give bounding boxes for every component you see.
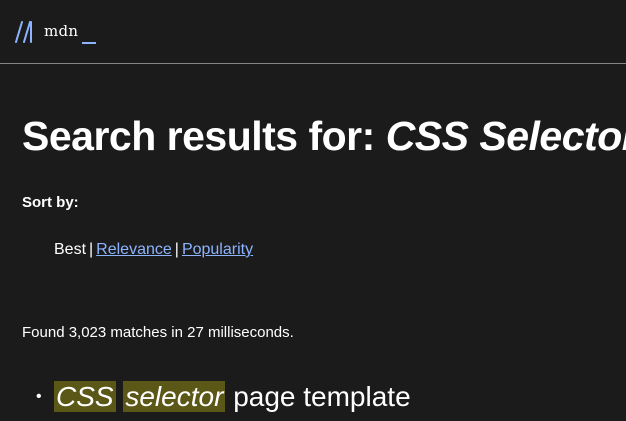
result-link[interactable]: CSS selector page template: [54, 381, 411, 412]
sort-options: Best | Relevance | Popularity: [54, 239, 253, 261]
logo-text: mdn: [44, 22, 79, 40]
result-title-rest: page template: [233, 381, 411, 412]
sort-option-popularity[interactable]: Popularity: [182, 241, 253, 258]
result-highlight: selector: [123, 381, 226, 412]
sort-option-relevance[interactable]: Relevance: [96, 241, 172, 258]
list-bullet: •: [36, 388, 42, 405]
sort-by-label: Sort by:: [22, 194, 79, 211]
search-query: CSS Selector: [385, 113, 626, 159]
sort-separator: |: [174, 241, 179, 258]
result-highlight: CSS: [54, 381, 116, 412]
page-title: Search results for: CSS Selector: [22, 112, 626, 160]
page-title-prefix: Search results for:: [22, 113, 375, 159]
mdn-logo-icon: [15, 21, 32, 43]
logo-underscore-cursor: [82, 42, 97, 44]
sort-separator: |: [89, 241, 94, 258]
result-item: • CSS selector page template: [36, 378, 616, 416]
top-navigation-bar: mdn: [0, 0, 626, 64]
results-count-text: Found 3,023 matches in 27 milliseconds.: [22, 324, 294, 341]
sort-option-best: Best: [54, 241, 87, 258]
search-results-list: • CSS selector page template: [36, 378, 616, 416]
mdn-logo[interactable]: mdn: [15, 21, 97, 44]
